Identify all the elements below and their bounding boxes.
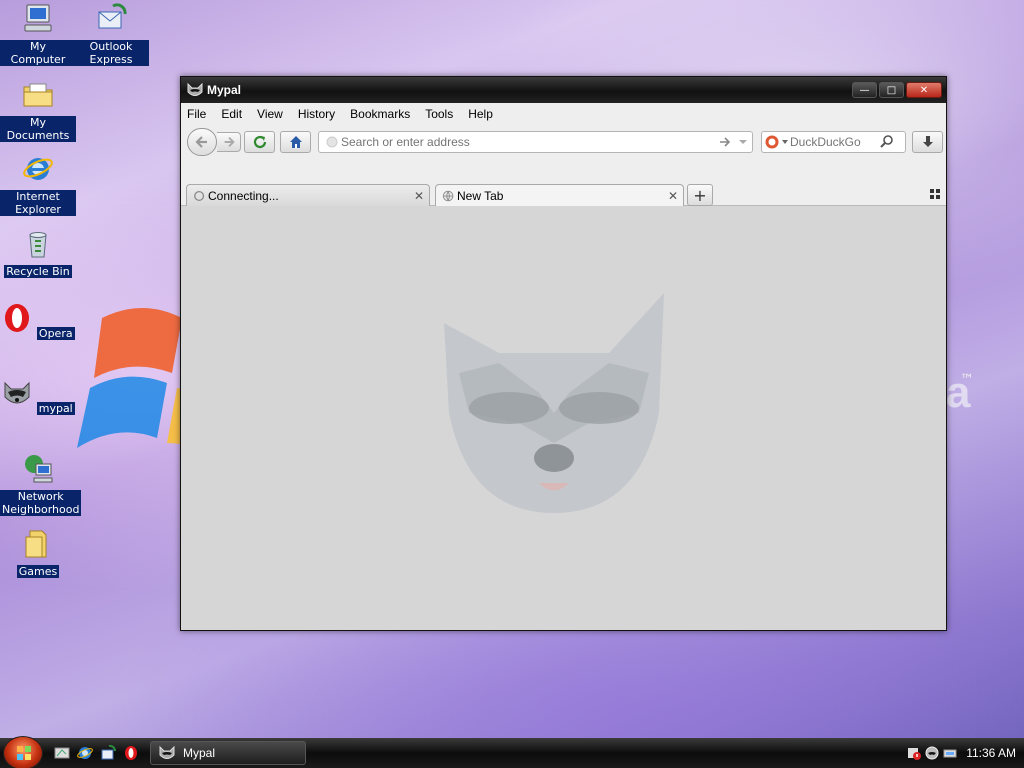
- desktop-icon-label: Opera: [36, 327, 75, 340]
- desktop-icon-my-documents[interactable]: My Documents: [0, 78, 76, 142]
- raccoon-icon: [4, 381, 30, 404]
- menu-bookmarks[interactable]: Bookmarks: [350, 107, 410, 121]
- desktop-icon-label: My Computer: [0, 40, 76, 66]
- tab-bar: Connecting... ✕ New Tab ✕ +: [181, 181, 946, 206]
- dropdown-arrow-icon[interactable]: [734, 134, 752, 150]
- home-button[interactable]: [280, 131, 311, 153]
- desktop-icon-my-computer[interactable]: My Computer: [0, 2, 76, 66]
- internet-explorer-icon: [23, 158, 53, 180]
- desktop-icon-games[interactable]: Games: [0, 527, 76, 578]
- search-input[interactable]: [790, 135, 878, 149]
- new-tab-button[interactable]: +: [687, 184, 713, 206]
- desktop-icon-opera[interactable]: Opera: [0, 302, 76, 340]
- tab-close-icon[interactable]: ✕: [414, 189, 424, 203]
- network-tray-icon[interactable]: [941, 745, 959, 761]
- internet-explorer-quicklaunch-icon[interactable]: [77, 745, 93, 761]
- wallpaper-trademark: ™: [960, 372, 974, 388]
- navigation-toolbar: [181, 125, 946, 159]
- desktop-icon-outlook-express[interactable]: Outlook Express: [73, 2, 149, 66]
- all-tabs-icon[interactable]: [930, 189, 940, 199]
- search-bar[interactable]: [761, 131, 906, 153]
- clock[interactable]: 11:36 AM: [966, 746, 1016, 760]
- minimize-button[interactable]: —: [852, 82, 877, 98]
- back-button[interactable]: [187, 128, 217, 156]
- desktop-icon-internet-explorer[interactable]: Internet Explorer: [0, 152, 76, 216]
- reload-icon: [253, 135, 266, 149]
- maximize-button[interactable]: □: [879, 82, 904, 98]
- opera-icon: [5, 304, 30, 332]
- games-folder-icon: [25, 530, 47, 558]
- menu-bar: File Edit View History Bookmarks Tools H…: [181, 103, 946, 125]
- desktop-icon-label: mypal: [36, 402, 75, 415]
- window-title: Mypal: [207, 83, 242, 97]
- system-tray: 11:36 AM: [905, 742, 1024, 764]
- tab-connecting[interactable]: Connecting... ✕: [186, 184, 430, 206]
- desktop-icon-label: Outlook Express: [73, 40, 149, 66]
- globe-icon: [442, 190, 454, 201]
- taskbar-item-mypal[interactable]: Mypal: [150, 741, 306, 765]
- taskbar: Mypal 11:36 AM: [0, 736, 1024, 768]
- loading-spinner-icon: [194, 190, 205, 201]
- start-button[interactable]: [3, 736, 43, 768]
- search-icon[interactable]: [878, 134, 896, 150]
- browser-window: Mypal — □ ✕ File Edit View History Bookm…: [180, 76, 947, 631]
- tab-close-icon[interactable]: ✕: [668, 189, 678, 203]
- address-input[interactable]: [341, 135, 716, 149]
- minimize-icon: —: [859, 84, 870, 96]
- network-icon: [25, 455, 53, 483]
- taskbar-item-label: Mypal: [183, 746, 216, 760]
- title-bar[interactable]: Mypal — □ ✕: [181, 77, 946, 103]
- menu-history[interactable]: History: [298, 107, 335, 121]
- desktop-icon-label: Network Neighborhood: [0, 490, 82, 516]
- home-icon: [289, 136, 302, 148]
- reload-button[interactable]: [244, 131, 275, 153]
- forward-arrow-icon: [224, 136, 235, 148]
- desktop-icon-label: My Documents: [0, 116, 76, 142]
- raccoon-tray-icon[interactable]: [923, 745, 941, 761]
- back-arrow-icon: [195, 136, 207, 148]
- outlook-quicklaunch-icon[interactable]: [100, 745, 116, 761]
- tab-label: New Tab: [457, 188, 504, 203]
- computer-icon: [24, 4, 52, 32]
- address-bar[interactable]: [318, 131, 753, 153]
- desktop-icon-label: Recycle Bin: [4, 265, 72, 278]
- windows-logo-icon: [17, 746, 31, 760]
- toolbar-spacer: [181, 159, 946, 181]
- site-identity-icon: [326, 136, 338, 148]
- desktop-icon-label: Games: [16, 565, 60, 578]
- close-icon: ✕: [919, 84, 929, 96]
- go-arrow-icon[interactable]: [716, 134, 734, 150]
- menu-edit[interactable]: Edit: [221, 107, 242, 121]
- opera-quicklaunch-icon[interactable]: [123, 745, 139, 761]
- plus-icon: +: [693, 185, 707, 205]
- tab-new-tab[interactable]: New Tab ✕: [435, 184, 684, 206]
- raccoon-icon: [159, 745, 175, 759]
- folder-icon: [23, 83, 53, 107]
- recycle-bin-icon: [29, 232, 47, 258]
- maximize-icon: □: [886, 84, 897, 96]
- desktop-icon-label: Internet Explorer: [0, 190, 76, 216]
- menu-file[interactable]: File: [187, 107, 206, 121]
- desktop-icon-recycle-bin[interactable]: Recycle Bin: [0, 227, 76, 278]
- desktop-icon-network-neighborhood[interactable]: Network Neighborhood: [0, 452, 82, 516]
- tab-label: Connecting...: [208, 188, 279, 203]
- page-content[interactable]: [181, 209, 946, 630]
- downloads-button[interactable]: [912, 131, 943, 153]
- forward-button[interactable]: [217, 132, 241, 152]
- menu-tools[interactable]: Tools: [425, 107, 453, 121]
- outlook-express-icon: [98, 3, 127, 29]
- raccoon-logo-icon: [187, 82, 203, 96]
- menu-view[interactable]: View: [257, 107, 283, 121]
- security-alert-icon[interactable]: [905, 745, 923, 761]
- desktop-icon-mypal[interactable]: mypal: [0, 377, 76, 415]
- show-desktop-icon[interactable]: [54, 745, 70, 761]
- raccoon-watermark-icon: [444, 293, 664, 513]
- close-button[interactable]: ✕: [906, 82, 942, 98]
- menu-help[interactable]: Help: [468, 107, 493, 121]
- duckduckgo-icon[interactable]: [762, 134, 790, 150]
- download-arrow-icon: [922, 136, 933, 147]
